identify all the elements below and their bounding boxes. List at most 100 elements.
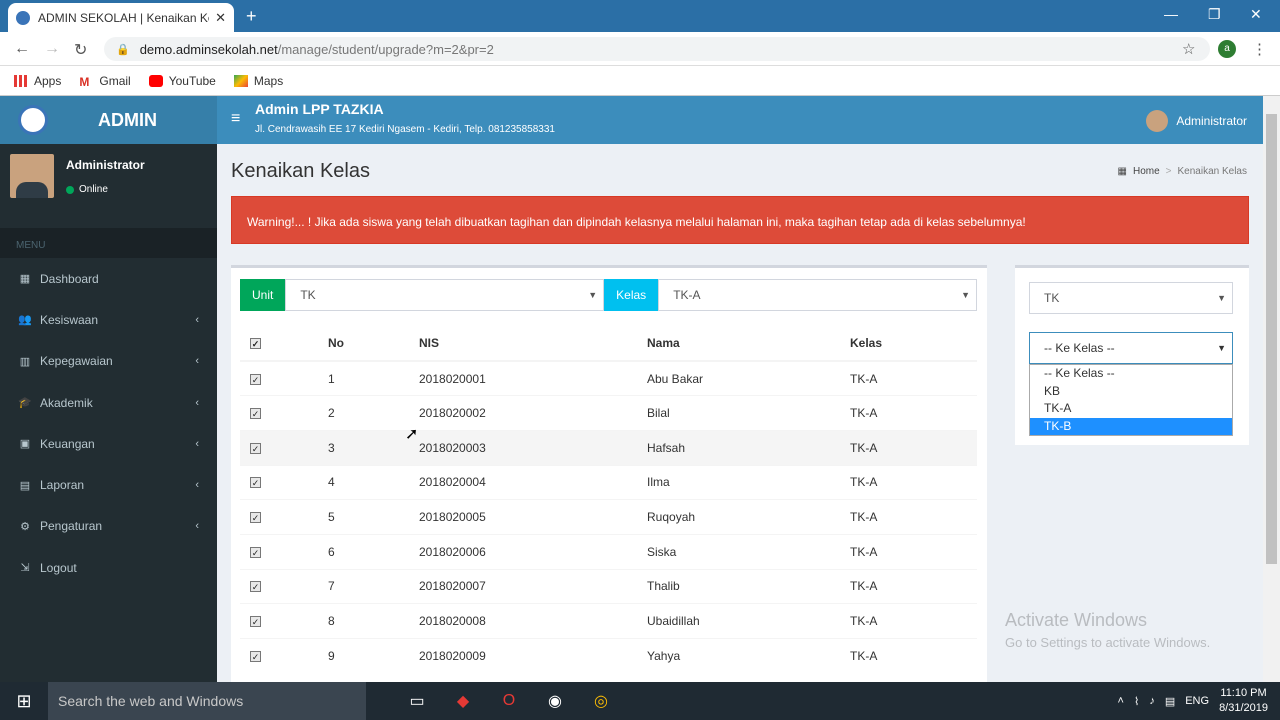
chevron-left-icon: ‹	[195, 313, 199, 326]
windows-start-icon[interactable]: ⊞	[0, 691, 48, 712]
row-checkbox[interactable]: ✓	[250, 408, 261, 420]
target-unit-select[interactable]: TK ▼	[1029, 282, 1233, 314]
url-path: /manage/student/upgrade?m=2&pr=2	[277, 41, 494, 57]
row-select-cell: ✓	[240, 533, 318, 570]
row-checkbox[interactable]: ✓	[250, 581, 261, 593]
sidebar-item-logout[interactable]: ⇲ Logout	[0, 547, 217, 588]
maximize-icon[interactable]: ❐	[1208, 6, 1221, 23]
sidebar-item-laporan[interactable]: ▤ Laporan ‹	[0, 464, 217, 505]
bookmark-star-icon[interactable]: ☆	[1182, 40, 1195, 58]
dropdown-option[interactable]: TK-B	[1030, 417, 1232, 435]
table-row[interactable]: ✓ 2 2018020002 Bilal TK-A	[240, 395, 977, 431]
warning-alert: Warning!... ! Jika ada siswa yang telah …	[231, 196, 1249, 244]
watermark-subtitle: Go to Settings to activate Windows.	[1005, 635, 1211, 650]
cell-nama: Hafsah	[637, 429, 840, 466]
bookmark-maps[interactable]: Maps	[233, 74, 283, 88]
avatar	[10, 154, 54, 198]
volume-icon[interactable]: ♪	[1149, 695, 1155, 707]
close-window-icon[interactable]: ✕	[1250, 6, 1262, 23]
table-row[interactable]: ✓ 5 2018020005 Ruqoyah TK-A	[240, 499, 977, 535]
cell-no: 5	[318, 499, 409, 535]
table-row[interactable]: ✓ 3 2018020003 Hafsah TK-A	[240, 429, 977, 466]
scrollbar-thumb[interactable]	[1266, 114, 1277, 564]
select-all-checkbox[interactable]: ✓	[250, 338, 261, 349]
table-row[interactable]: ✓ 1 2018020001 Abu Bakar TK-A	[240, 360, 977, 396]
bookmark-gmail[interactable]: M Gmail	[79, 74, 130, 89]
unit-select[interactable]: TK ▼	[285, 279, 605, 311]
page-scrollbar[interactable]	[1263, 96, 1280, 682]
sidebar-item-kepegawaian[interactable]: ▥ Kepegawaian ‹	[0, 341, 217, 382]
row-checkbox[interactable]: ✓	[250, 546, 261, 558]
sidebar-item-label: Kepegawaian	[40, 354, 113, 369]
profile-avatar[interactable]: a	[1218, 40, 1236, 58]
row-checkbox[interactable]: ✓	[250, 373, 261, 385]
cell-nis: 2018020005	[409, 499, 637, 535]
opera-icon[interactable]: O	[486, 692, 532, 710]
target-class-select[interactable]: -- Ke Kelas -- ▼	[1029, 332, 1233, 364]
dropdown-arrow-icon: ▼	[961, 290, 970, 300]
sidebar-item-akademik[interactable]: 🎓 Akademik ‹	[0, 382, 217, 423]
row-checkbox[interactable]: ✓	[250, 616, 261, 628]
url-host: demo.adminsekolah.net	[139, 41, 278, 57]
cell-no: 3	[318, 429, 409, 466]
table-row[interactable]: ✓ 9 2018020009 Yahya TK-A	[240, 638, 977, 674]
table-header-row: ✓ No NIS Nama Kelas	[240, 326, 977, 362]
obs-icon[interactable]: ◉	[532, 691, 578, 711]
forward-icon[interactable]: →	[44, 40, 60, 58]
menu-kebab-icon[interactable]: ⋮	[1252, 40, 1267, 58]
taskbar-search[interactable]: Search the web and Windows	[48, 682, 366, 720]
row-select-cell: ✓	[240, 395, 318, 431]
row-checkbox[interactable]: ✓	[250, 442, 261, 454]
dropdown-option[interactable]: TK-A	[1030, 400, 1232, 418]
network-icon[interactable]: ⌇	[1134, 695, 1139, 708]
browser-tab[interactable]: ADMIN SEKOLAH | Kenaikan Kel ✕	[8, 3, 234, 32]
breadcrumb-home[interactable]: Home	[1133, 166, 1160, 177]
sidebar-item-keuangan[interactable]: ▣ Keuangan ‹	[0, 423, 217, 464]
sidebar-item-pengaturan[interactable]: ⚙ Pengaturan ‹	[0, 506, 217, 547]
cell-nama: Ilma	[637, 464, 840, 500]
table-row[interactable]: ✓ 6 2018020006 Siska TK-A	[240, 533, 977, 570]
chrome-icon[interactable]: ◎	[578, 691, 624, 711]
row-checkbox[interactable]: ✓	[250, 651, 261, 663]
notification-icon[interactable]: ▤	[1165, 695, 1175, 708]
sidebar-item-dashboard[interactable]: ▦ Dashboard	[0, 258, 217, 299]
bookmark-apps[interactable]: Apps	[14, 74, 61, 88]
youtube-icon	[148, 74, 163, 87]
back-icon[interactable]: ←	[14, 40, 30, 58]
tray-up-icon[interactable]: ˄	[1118, 695, 1124, 707]
table-row[interactable]: ✓ 8 2018020008 Ubaidillah TK-A	[240, 603, 977, 639]
sidebar-item-label: Logout	[40, 560, 77, 575]
url-input[interactable]: 🔒 demo.adminsekolah.net/manage/student/u…	[104, 37, 1210, 61]
filter-row: Unit TK ▼ Kelas TK-A ▼	[240, 279, 977, 311]
logo[interactable]: ADMIN	[0, 96, 217, 144]
site-favicon-icon	[16, 10, 30, 25]
task-view-icon[interactable]: ▭	[394, 691, 440, 711]
language-indicator[interactable]: ENG	[1185, 695, 1209, 707]
kelas-select[interactable]: TK-A ▼	[658, 279, 977, 311]
cell-no: 2	[318, 395, 409, 431]
reload-icon[interactable]: ↻	[74, 40, 87, 60]
dropdown-arrow-icon: ▼	[588, 290, 598, 300]
row-checkbox[interactable]: ✓	[250, 477, 261, 489]
bookmarks-bar: Apps M Gmail YouTube Maps	[0, 66, 1280, 96]
bookmark-youtube[interactable]: YouTube	[148, 74, 216, 88]
minimize-icon[interactable]: —	[1164, 6, 1178, 22]
close-tab-icon[interactable]: ✕	[215, 10, 226, 26]
clock[interactable]: 11:10 PM 8/31/2019	[1219, 686, 1268, 716]
target-class-dropdown: -- Ke Kelas -- KB TK-A TK-B	[1029, 364, 1233, 436]
dropdown-option[interactable]: KB	[1030, 383, 1232, 401]
row-select-cell: ✓	[240, 603, 318, 639]
table-row[interactable]: ✓ 7 2018020007 Thalib TK-A	[240, 568, 977, 604]
app-icon[interactable]: ◆	[440, 691, 486, 711]
cell-kelas: TK-A	[840, 429, 977, 466]
hamburger-icon[interactable]: ≡	[231, 110, 240, 128]
sidebar-item-kesiswaan[interactable]: 👥 Kesiswaan ‹	[0, 299, 217, 340]
new-tab-icon[interactable]: +	[246, 6, 257, 27]
table-row[interactable]: ✓ 4 2018020004 Ilma TK-A	[240, 464, 977, 500]
chevron-left-icon: ‹	[195, 396, 199, 409]
col-nama: Nama	[637, 326, 840, 362]
header-user-menu[interactable]: Administrator	[1146, 110, 1247, 132]
row-checkbox[interactable]: ✓	[250, 512, 261, 524]
gmail-icon: M	[79, 74, 90, 89]
dropdown-option[interactable]: -- Ke Kelas --	[1030, 365, 1232, 383]
